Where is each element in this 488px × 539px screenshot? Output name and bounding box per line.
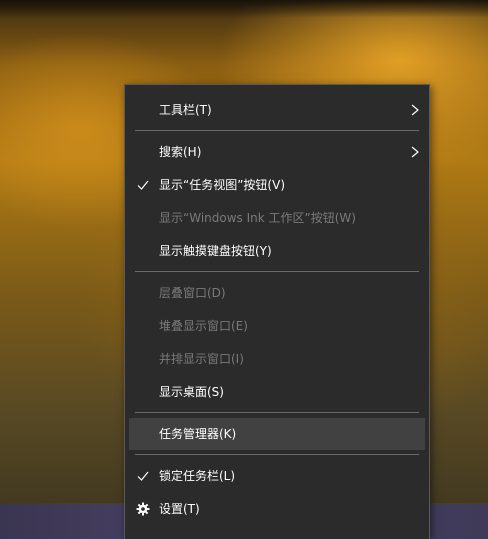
menu-item-settings[interactable]: 设置(T) — [129, 494, 425, 524]
menu-separator — [135, 412, 419, 413]
menu-item-label: 任务管理器(K) — [159, 427, 237, 441]
menu-item-label: 并排显示窗口(I) — [159, 352, 244, 366]
menu-item-label: 工具栏(T) — [159, 103, 212, 117]
checkmark-icon — [137, 471, 149, 481]
desktop-top-shade — [0, 0, 488, 18]
checkmark-icon — [137, 180, 149, 190]
submenu-arrow-icon — [411, 104, 419, 116]
menu-item-show-windows-ink-button[interactable]: 显示“Windows Ink 工作区”按钮(W) — [129, 203, 425, 233]
menu-item-label: 显示触摸键盘按钮(Y) — [159, 244, 272, 258]
menu-item-label: 锁定任务栏(L) — [159, 469, 236, 483]
menu-item-label: 堆叠显示窗口(E) — [159, 319, 248, 333]
menu-item-stack-windows[interactable]: 堆叠显示窗口(E) — [129, 311, 425, 341]
menu-item-toolbars[interactable]: 工具栏(T) — [129, 95, 425, 125]
menu-item-label: 显示“任务视图”按钮(V) — [159, 178, 286, 192]
menu-item-cascade-windows[interactable]: 层叠窗口(D) — [129, 278, 425, 308]
menu-item-label: 显示“Windows Ink 工作区”按钮(W) — [159, 211, 356, 225]
menu-item-show-touch-keyboard-button[interactable]: 显示触摸键盘按钮(Y) — [129, 236, 425, 266]
menu-item-show-task-view-button[interactable]: 显示“任务视图”按钮(V) — [129, 170, 425, 200]
menu-item-label: 显示桌面(S) — [159, 385, 224, 399]
menu-separator — [135, 454, 419, 455]
menu-item-task-manager[interactable]: 任务管理器(K) — [129, 418, 425, 450]
menu-separator — [135, 271, 419, 272]
menu-item-label: 层叠窗口(D) — [159, 286, 226, 300]
gear-icon — [136, 502, 150, 516]
menu-item-label: 设置(T) — [159, 502, 200, 516]
menu-item-lock-taskbar[interactable]: 锁定任务栏(L) — [129, 461, 425, 491]
menu-item-show-desktop[interactable]: 显示桌面(S) — [129, 377, 425, 407]
menu-item-label: 搜索(H) — [159, 145, 202, 159]
menu-item-side-by-side-windows[interactable]: 并排显示窗口(I) — [129, 344, 425, 374]
submenu-arrow-icon — [411, 146, 419, 158]
taskbar-context-menu: 工具栏(T) 搜索(H) 显示“任务视图”按钮(V) 显示“Windows In… — [124, 84, 430, 539]
menu-item-search[interactable]: 搜索(H) — [129, 137, 425, 167]
menu-separator — [135, 130, 419, 131]
